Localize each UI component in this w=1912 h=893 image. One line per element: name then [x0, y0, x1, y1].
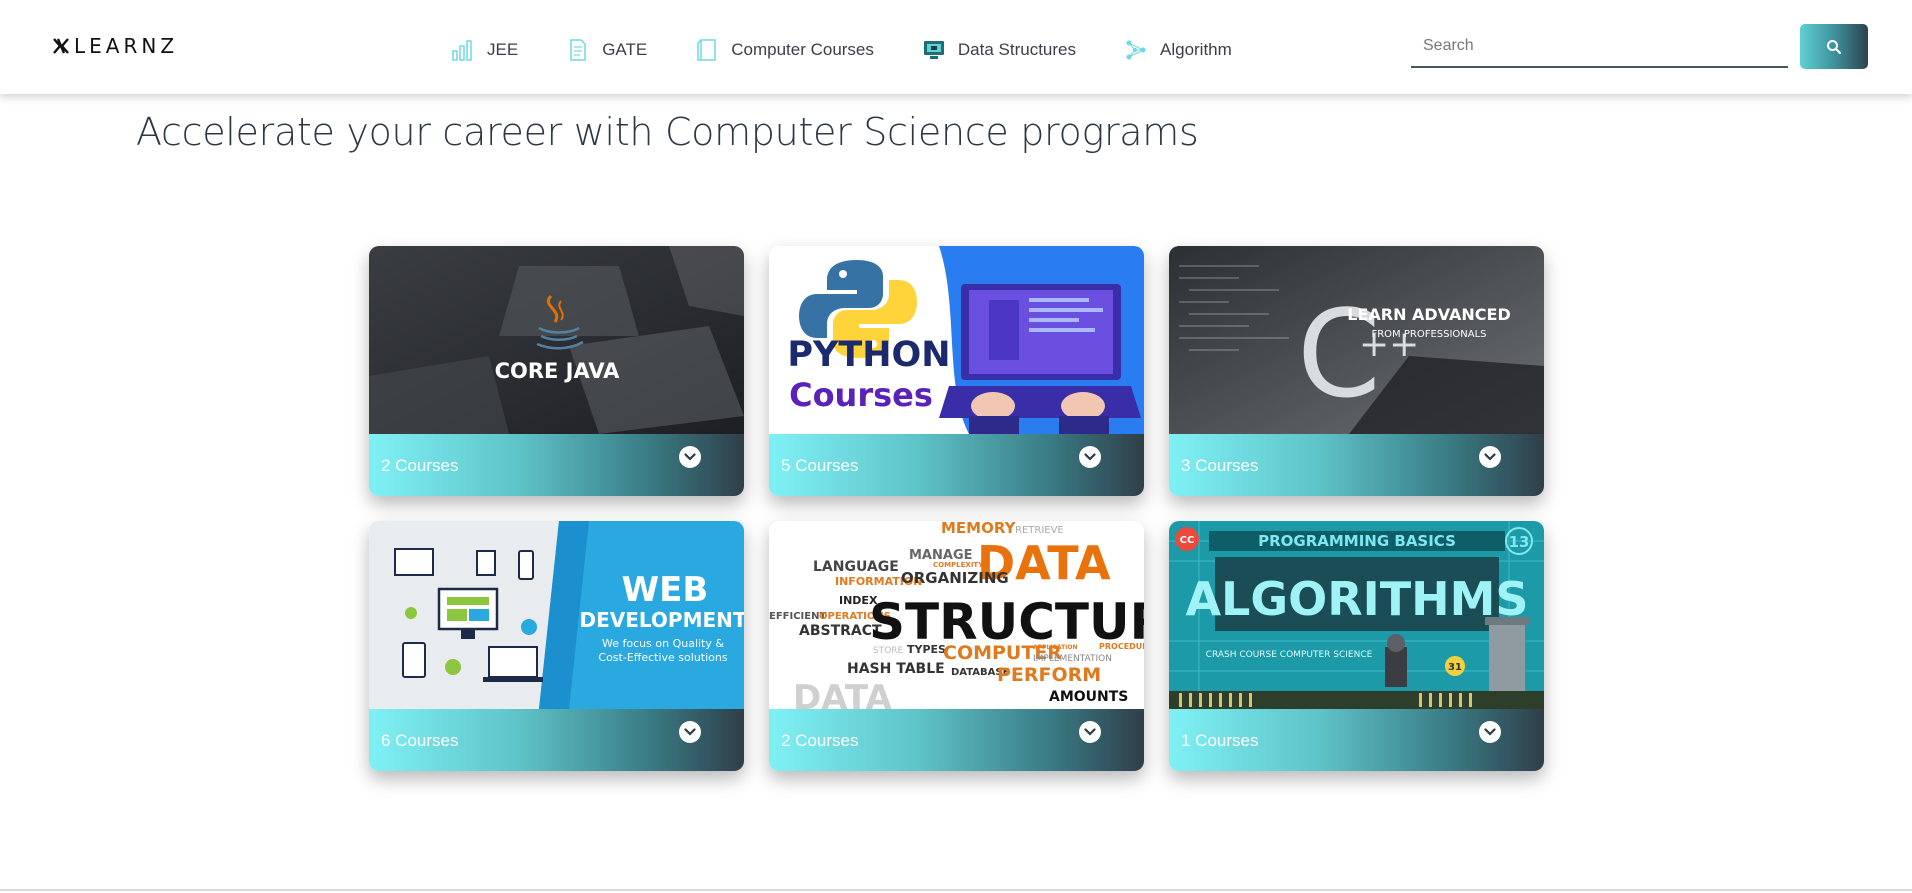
chevron-down-icon[interactable]	[1079, 721, 1101, 743]
word-cloud-term: TYPES	[907, 643, 946, 656]
word-cloud-term: APPLICATION	[1033, 644, 1078, 651]
search-button[interactable]	[1800, 24, 1868, 69]
card-image-core-java: CORE JAVA	[369, 246, 744, 434]
chevron-down-icon[interactable]	[1079, 446, 1101, 468]
card-image-web-development: WEB DEVELOPMENT We focus on Quality & Co…	[369, 521, 744, 709]
card-image-title: PYTHON	[787, 335, 950, 375]
course-card-core-java[interactable]: CORE JAVA 2 Courses	[369, 246, 744, 496]
word-cloud-term: MEMORY	[941, 521, 1017, 537]
word-cloud-term: HASH TABLE	[847, 661, 945, 677]
word-cloud-term: LANGUAGE	[813, 559, 899, 575]
course-count: 5 Courses	[781, 456, 859, 475]
word-cloud-term: STORE	[873, 646, 904, 656]
tower-figure	[1485, 617, 1529, 691]
nav-label-gate: GATE	[602, 40, 648, 59]
card-image-cpp: C ++ LEARN ADVANCED FROM PROFESSIONALS	[1169, 246, 1544, 434]
course-card-python[interactable]: PYTHON Courses 5 Courses	[769, 246, 1144, 496]
nav-item-algorithm[interactable]: Algorithm	[1124, 38, 1232, 62]
network-icon	[1126, 40, 1146, 60]
course-card-algorithms[interactable]: PROGRAMMING BASICS ALGORITHMS CRASH COUR…	[1169, 521, 1544, 771]
card-image-subtitle: PROGRAMMING BASICS	[1258, 532, 1456, 550]
word-cloud-term: PROCEDURES	[1099, 642, 1144, 651]
card-footer: 1 Courses	[1169, 709, 1544, 771]
card-footer: 2 Courses	[769, 709, 1144, 771]
main-nav: JEE GATE Computer Courses Data Structure…	[451, 38, 1232, 62]
brand-name: LEARNZ	[74, 34, 179, 58]
card-image-caption: CRASH COURSE COMPUTER SCIENCE	[1206, 650, 1373, 660]
word-cloud-term: RETRIEVE	[1015, 525, 1064, 536]
card-image-python: PYTHON Courses	[769, 246, 1144, 434]
card-image-subtitle: Courses	[789, 376, 933, 414]
word-cloud-term: EFFICIENT	[769, 611, 826, 622]
word-cloud-term: PERFORM	[997, 664, 1101, 686]
word-cloud-term: IMPLEMENTATION	[1033, 654, 1112, 664]
card-image-title: CORE JAVA	[495, 359, 621, 383]
course-card-cpp[interactable]: C ++ LEARN ADVANCED FROM PROFESSIONALS 3…	[1169, 246, 1544, 496]
course-card-web-development[interactable]: WEB DEVELOPMENT We focus on Quality & Co…	[369, 521, 744, 771]
nav-item-data-structures[interactable]: Data Structures	[922, 38, 1076, 62]
card-image-title: LEARN ADVANCED	[1347, 305, 1510, 324]
search-input[interactable]	[1411, 26, 1788, 66]
course-card-data-structure[interactable]: MEMORY RETRIEVE LANGUAGE MANAGE COMPLEXI…	[769, 521, 1144, 771]
nav-item-computer-courses[interactable]: Computer Courses	[695, 38, 874, 62]
logo-mark-icon	[53, 38, 69, 54]
chevron-down-icon[interactable]	[679, 721, 701, 743]
chevron-down-icon[interactable]	[679, 446, 701, 468]
card-footer: 3 Courses	[1169, 434, 1544, 496]
laptop-illustration	[939, 284, 1141, 434]
course-count: 2 Courses	[381, 456, 459, 475]
chevron-down-icon[interactable]	[1479, 721, 1501, 743]
course-count: 1 Courses	[1181, 731, 1259, 750]
word-cloud-term: AMOUNTS	[1049, 689, 1128, 705]
card-image-algorithms: PROGRAMMING BASICS ALGORITHMS CRASH COUR…	[1169, 521, 1544, 709]
brand-logo[interactable]: LEARNZ	[52, 34, 178, 58]
card-image-caption: We focus on Quality &	[602, 637, 724, 650]
word-cloud-term: ORGANIZING	[901, 569, 1009, 587]
episode-badge: 13	[1509, 533, 1530, 551]
course-count: 3 Courses	[1181, 456, 1259, 475]
document-icon	[570, 39, 586, 61]
card-footer: 5 Courses	[769, 434, 1144, 496]
nav-label-jee: JEE	[487, 40, 519, 59]
course-count: 6 Courses	[381, 731, 459, 750]
card-image-subtitle: DEVELOPMENT	[579, 608, 744, 632]
nav-item-jee[interactable]: JEE	[451, 38, 518, 62]
search-icon	[1827, 39, 1842, 54]
knight-figure	[1385, 634, 1407, 687]
footer-divider	[0, 889, 1912, 891]
card-footer: 6 Courses	[369, 709, 744, 771]
course-count: 2 Courses	[781, 731, 859, 750]
nav-label-data-structures: Data Structures	[957, 40, 1076, 59]
word-cloud-term: DATA	[793, 678, 892, 709]
nav-label-algorithm: Algorithm	[1160, 40, 1232, 59]
computer-chip-icon	[923, 41, 944, 59]
nav-label-computer-courses: Computer Courses	[731, 40, 874, 59]
search-box	[1411, 26, 1788, 68]
node-number: 31	[1448, 662, 1462, 673]
card-footer: 2 Courses	[369, 434, 744, 496]
card-image-subtitle: FROM PROFESSIONALS	[1371, 329, 1486, 340]
card-image-caption: Cost-Effective solutions	[598, 651, 727, 664]
nav-item-gate[interactable]: GATE	[566, 38, 647, 62]
card-image-title: ALGORITHMS	[1185, 572, 1528, 626]
bar-chart-icon	[452, 40, 472, 61]
card-image-title: WEB	[622, 570, 709, 610]
page-title: Accelerate your career with Computer Sci…	[136, 110, 1199, 154]
chevron-down-icon[interactable]	[1479, 446, 1501, 468]
top-navbar: LEARNZ JEE GATE Computer Courses Data St…	[0, 0, 1912, 94]
card-image-data-structure: MEMORY RETRIEVE LANGUAGE MANAGE COMPLEXI…	[769, 521, 1144, 709]
crash-course-badge: CC	[1180, 535, 1195, 546]
notebook-icon	[697, 39, 716, 61]
